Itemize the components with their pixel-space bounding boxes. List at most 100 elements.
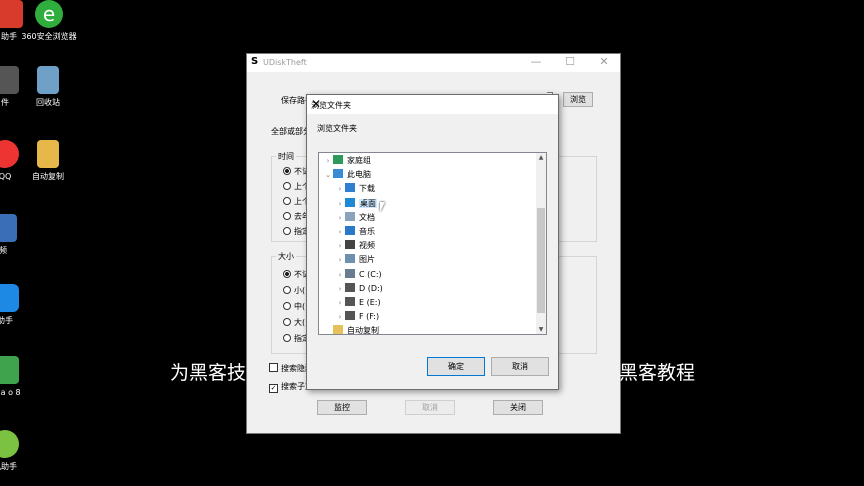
desktop-icon-label: 机助手: [0, 462, 17, 471]
desktop-icon-label: 件: [1, 98, 9, 107]
expand-arrow-icon[interactable]: ›: [335, 211, 345, 225]
desktop-icon-label: 360安全浏览器: [21, 32, 77, 41]
desktop-icon-video[interactable]: 频: [0, 214, 34, 256]
browse-button[interactable]: 浏览: [563, 92, 593, 107]
window-titlebar[interactable]: S UDiskTheft — ☐ ✕: [247, 54, 620, 72]
computer-icon: [333, 169, 343, 179]
dialog-titlebar[interactable]: 浏览文件夹 ✕: [307, 95, 558, 114]
desktop-icon-recycle-bin[interactable]: 回收站: [17, 66, 79, 108]
tree-node[interactable]: › F (F:): [335, 310, 379, 324]
recycle-bin-icon: [37, 66, 59, 94]
main-close-button[interactable]: 关闭: [493, 400, 543, 415]
tree-scrollbar[interactable]: ▲ ▼: [536, 153, 546, 334]
tree-node-label: 视频: [359, 241, 375, 251]
homegroup-icon: [333, 155, 343, 164]
desktop-icon-360-browser[interactable]: e 360安全浏览器: [18, 0, 80, 42]
tree-node-label: 此电脑: [347, 170, 371, 180]
tree-node-label: C (C:): [359, 269, 382, 279]
scroll-down-arrow-icon[interactable]: ▼: [536, 326, 546, 333]
folder-icon: [37, 140, 59, 168]
dialog-prompt: 浏览文件夹: [317, 124, 357, 133]
tree-node[interactable]: › 文档: [335, 211, 375, 225]
expand-arrow-icon[interactable]: ⌄: [323, 168, 333, 182]
browse-folder-dialog: 浏览文件夹 ✕ 浏览文件夹 › 家庭组 ⌄ 此电脑 › 下载 › 桌面 › 文档 › 音乐 › 视频 › 图片…: [306, 94, 559, 390]
browser-icon: e: [35, 0, 63, 28]
tree-node[interactable]: ⌄ 此电脑: [323, 168, 371, 182]
tree-node[interactable]: › C (C:): [335, 268, 382, 282]
camtasia-icon: [0, 356, 19, 384]
tree-node-label: E (E:): [359, 298, 381, 307]
expand-arrow-icon[interactable]: ›: [335, 225, 345, 239]
subtitle-left: 为黑客技: [170, 362, 247, 384]
tree-node-label: 家庭组: [347, 156, 371, 165]
drive-icon: [345, 297, 355, 306]
desktop-icon-label: asia o 8: [0, 388, 21, 397]
expand-arrow-icon[interactable]: ›: [335, 182, 345, 196]
minimize-button[interactable]: —: [522, 55, 550, 68]
expand-arrow-icon[interactable]: ›: [335, 268, 345, 282]
download-arrow-icon: [345, 183, 355, 193]
document-folder-icon: [345, 211, 355, 221]
expand-arrow-icon[interactable]: ›: [335, 253, 345, 267]
desktop-icon-label: 助手: [1, 32, 17, 41]
scroll-up-arrow-icon[interactable]: ▲: [536, 154, 546, 161]
tree-node-label: 文档: [359, 212, 375, 222]
tree-node-label: 桌面: [359, 198, 377, 208]
tree-node-label: F (F:): [359, 312, 380, 322]
folder-tree[interactable]: › 家庭组 ⌄ 此电脑 › 下载 › 桌面 › 文档 › 音乐 › 视频 › 图片 › C (C:) › D (D:)…: [318, 152, 547, 335]
desktop-icon-label: 频: [0, 246, 7, 255]
maximize-button[interactable]: ☐: [556, 55, 584, 68]
scrollbar-thumb[interactable]: [537, 208, 545, 313]
monitor-button[interactable]: 监控: [317, 400, 367, 415]
tree-node-label: 下载: [359, 184, 375, 194]
folder-icon: [333, 325, 343, 334]
desktop-icon-label: 自动复制: [32, 172, 64, 181]
expand-arrow-icon[interactable]: ›: [335, 239, 345, 253]
size-group-title: 大小: [276, 251, 296, 262]
tree-node-label: 自动复制: [347, 326, 379, 335]
tree-node[interactable]: › E (E:): [335, 296, 381, 310]
dialog-cancel-button[interactable]: 取消: [491, 357, 549, 376]
tree-node[interactable]: › 桌面: [335, 197, 377, 211]
window-title: UDiskTheft: [263, 58, 307, 67]
size-option-small[interactable]: 小(: [283, 285, 305, 296]
desktop-icon-label: 助手: [0, 316, 13, 325]
size-option-large[interactable]: 大(: [283, 317, 305, 328]
tree-node[interactable]: 自动复制: [323, 324, 379, 335]
drive-icon: [345, 282, 355, 292]
tree-node-label: D (D:): [359, 283, 383, 293]
assistant-app-icon: [0, 284, 19, 312]
picture-folder-icon: [345, 254, 355, 264]
all-or-part-label: 全部或部分: [271, 127, 311, 136]
desktop-icon-camtasia[interactable]: asia o 8: [0, 356, 36, 398]
mouse-cursor-icon: [380, 202, 385, 212]
tree-node[interactable]: › 视频: [335, 239, 375, 253]
video-folder-icon: [345, 240, 355, 250]
desktop-icon-auto-copy[interactable]: 自动复制: [17, 140, 79, 182]
expand-arrow-icon[interactable]: ›: [335, 282, 345, 296]
expand-arrow-icon[interactable]: ›: [335, 296, 345, 310]
app-logo: S: [251, 56, 259, 67]
tree-node[interactable]: › 下载: [335, 182, 375, 196]
tree-node[interactable]: › 图片: [335, 253, 375, 267]
video-app-icon: [0, 214, 17, 242]
music-note-icon: [345, 226, 355, 235]
drive-c-icon: [345, 268, 355, 278]
desktop-icon-label: QQ: [0, 172, 12, 181]
desktop-icon-assistant[interactable]: 助手: [0, 284, 36, 326]
desktop-icon-phone-assistant[interactable]: 机助手: [0, 430, 36, 472]
expand-arrow-icon[interactable]: ›: [335, 310, 345, 324]
main-cancel-button[interactable]: 取消: [405, 400, 455, 415]
desktop-icon-label: 回收站: [36, 98, 60, 107]
time-group-title: 时间: [276, 151, 296, 162]
subtitle-right: 黑客教程: [619, 362, 696, 384]
tree-node[interactable]: › 音乐: [335, 225, 375, 239]
ok-button[interactable]: 确定: [427, 357, 485, 376]
size-option-medium[interactable]: 中(: [283, 301, 305, 312]
close-button[interactable]: ✕: [590, 55, 618, 68]
expand-arrow-icon[interactable]: ›: [335, 197, 345, 211]
tree-node[interactable]: › 家庭组: [323, 154, 371, 168]
tree-node[interactable]: › D (D:): [335, 282, 383, 296]
dialog-close-button[interactable]: ✕: [311, 97, 553, 111]
expand-arrow-icon[interactable]: ›: [323, 154, 333, 168]
